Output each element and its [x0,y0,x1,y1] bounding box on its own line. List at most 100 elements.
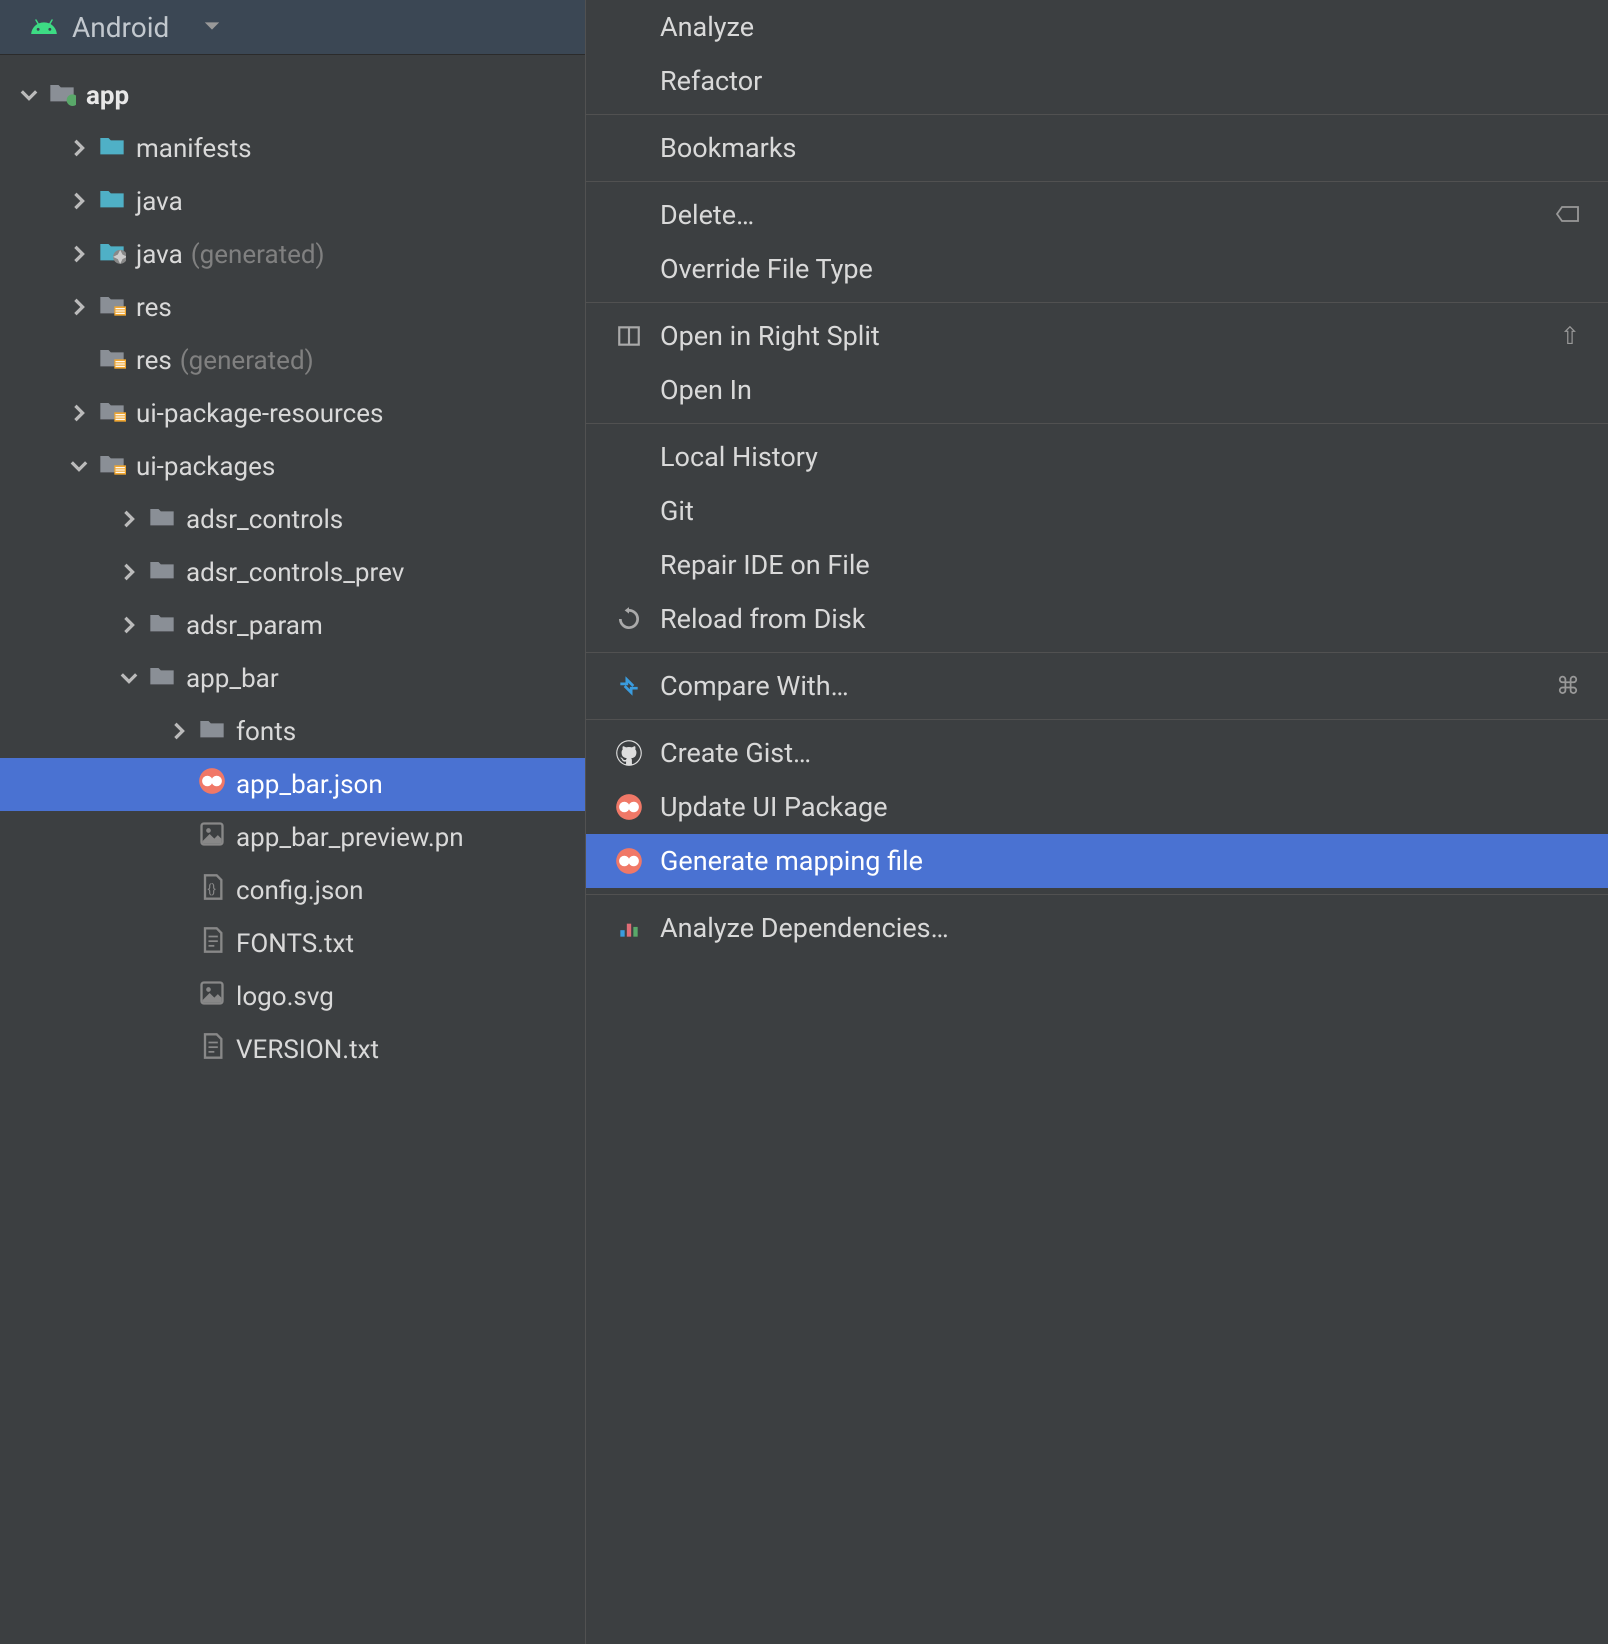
tree-item-label: config.json [236,876,364,906]
project-view-header[interactable]: Android [0,0,585,55]
menu-separator [586,652,1608,653]
menu-item-local-history[interactable]: Local History [586,430,1608,484]
text-icon [198,926,236,961]
relay-icon [614,846,644,876]
menu-item-label: Delete… [660,199,1556,231]
github-icon [614,738,644,768]
menu-item-label: Update UI Package [660,791,1580,823]
tree-item-ui-package-resources[interactable]: ui-package-resources [0,387,585,440]
tree-item-adsr-param[interactable]: adsr_param [0,599,585,652]
chevron-right-icon[interactable] [70,134,98,164]
reload-icon [614,604,644,634]
chevron-right-icon[interactable] [120,611,148,641]
menu-item-label: Generate mapping file [660,845,1580,877]
tree-item-fonts-txt[interactable]: FONTS.txt [0,917,585,970]
chevron-right-icon[interactable] [70,293,98,323]
tree-item-label: java [136,187,183,217]
tree-item-label: VERSION.txt [236,1035,379,1065]
menu-item-override-file-type[interactable]: Override File Type [586,242,1608,296]
image-icon [198,979,236,1014]
folder-teal-icon [98,131,136,166]
folder-gray-icon [198,714,236,749]
folder-app-icon [48,78,86,113]
chart-icon [614,913,644,943]
menu-item-label: Repair IDE on File [660,549,1580,581]
tree-item-label: app_bar.json [236,770,383,800]
tree-item-label: manifests [136,134,252,164]
project-tree: app manifests java java(generated)resres(ge… [0,55,585,1644]
tree-item-label: ui-packages [136,452,275,482]
chevron-right-icon[interactable] [170,717,198,747]
tree-item-fonts[interactable]: fonts [0,705,585,758]
menu-item-label: Open in Right Split [660,320,1560,352]
menu-item-label: Refactor [660,65,1580,97]
menu-item-compare-with[interactable]: Compare With…⌘ [586,659,1608,713]
menu-item-label: Reload from Disk [660,603,1580,635]
menu-item-analyze[interactable]: Analyze [586,0,1608,54]
chevron-right-icon[interactable] [70,399,98,429]
compare-icon [614,671,644,701]
tree-item-app-bar[interactable]: app_bar [0,652,585,705]
context-menu: Analyze Refactor Bookmarks Delete… Override … [585,0,1608,1644]
tree-item-manifests[interactable]: manifests [0,122,585,175]
svg-text:{}: {} [207,882,216,897]
menu-item-open-in-right-split[interactable]: Open in Right Split⇧ [586,309,1608,363]
tree-item-label: adsr_controls_prev [186,558,404,588]
tree-item-adsr-controls-prev[interactable]: adsr_controls_prev [0,546,585,599]
menu-item-label: Analyze [660,11,1580,43]
menu-item-delete[interactable]: Delete… [586,188,1608,242]
folder-gray-icon [148,502,186,537]
tree-item-res[interactable]: res(generated) [0,334,585,387]
menu-item-reload-from-disk[interactable]: Reload from Disk [586,592,1608,646]
chevron-right-icon[interactable] [70,240,98,270]
json-icon: {} [198,873,236,908]
chevron-right-icon[interactable] [70,187,98,217]
tree-item-ui-packages[interactable]: ui-packages [0,440,585,493]
menu-item-git[interactable]: Git [586,484,1608,538]
menu-item-open-in[interactable]: Open In [586,363,1608,417]
tree-item-logo-svg[interactable]: logo.svg [0,970,585,1023]
menu-item-label: Bookmarks [660,132,1580,164]
tree-item-label: FONTS.txt [236,929,354,959]
menu-separator [586,894,1608,895]
delete-key-icon [1556,201,1580,229]
tree-item-res[interactable]: res [0,281,585,334]
tree-item-adsr-controls[interactable]: adsr_controls [0,493,585,546]
folder-gray-icon [148,661,186,696]
chevron-right-icon[interactable] [120,505,148,535]
menu-item-repair-ide-on-file[interactable]: Repair IDE on File [586,538,1608,592]
project-tree-panel: Android appmanifestsjavajava(generated)r… [0,0,585,1644]
chevron-right-icon[interactable] [120,558,148,588]
menu-item-refactor[interactable]: Refactor [586,54,1608,108]
folder-res-icon [98,449,136,484]
tree-item-label: adsr_param [186,611,323,641]
tree-item-app-bar-preview-pn[interactable]: app_bar_preview.pn [0,811,585,864]
tree-item-label: logo.svg [236,982,334,1012]
tree-item-label: app_bar_preview.pn [236,823,464,853]
menu-item-generate-mapping-file[interactable]: Generate mapping file [586,834,1608,888]
chevron-down-icon[interactable] [70,452,98,482]
menu-item-label: Create Gist… [660,737,1580,769]
tree-item-secondary-label: (generated) [180,346,314,376]
chevron-down-icon[interactable] [203,12,221,42]
menu-item-bookmarks[interactable]: Bookmarks [586,121,1608,175]
menu-item-label: Local History [660,441,1580,473]
menu-item-analyze-dependencies[interactable]: Analyze Dependencies… [586,901,1608,955]
menu-item-label: Open In [660,374,1580,406]
menu-item-label: Analyze Dependencies… [660,912,1580,944]
menu-separator [586,114,1608,115]
tree-item-java[interactable]: java(generated) [0,228,585,281]
tree-item-config-json[interactable]: {} config.json [0,864,585,917]
tree-item-version-txt[interactable]: VERSION.txt [0,1023,585,1076]
menu-item-label: Compare With… [660,670,1556,702]
chevron-down-icon[interactable] [20,81,48,111]
split-icon [614,321,644,351]
chevron-down-icon[interactable] [120,664,148,694]
tree-item-app-bar-json[interactable]: app_bar.json [0,758,585,811]
folder-res-icon [98,396,136,431]
tree-root-app[interactable]: app [0,69,585,122]
menu-item-update-ui-package[interactable]: Update UI Package [586,780,1608,834]
menu-item-create-gist[interactable]: Create Gist… [586,726,1608,780]
relay-icon [198,767,236,802]
tree-item-java[interactable]: java [0,175,585,228]
